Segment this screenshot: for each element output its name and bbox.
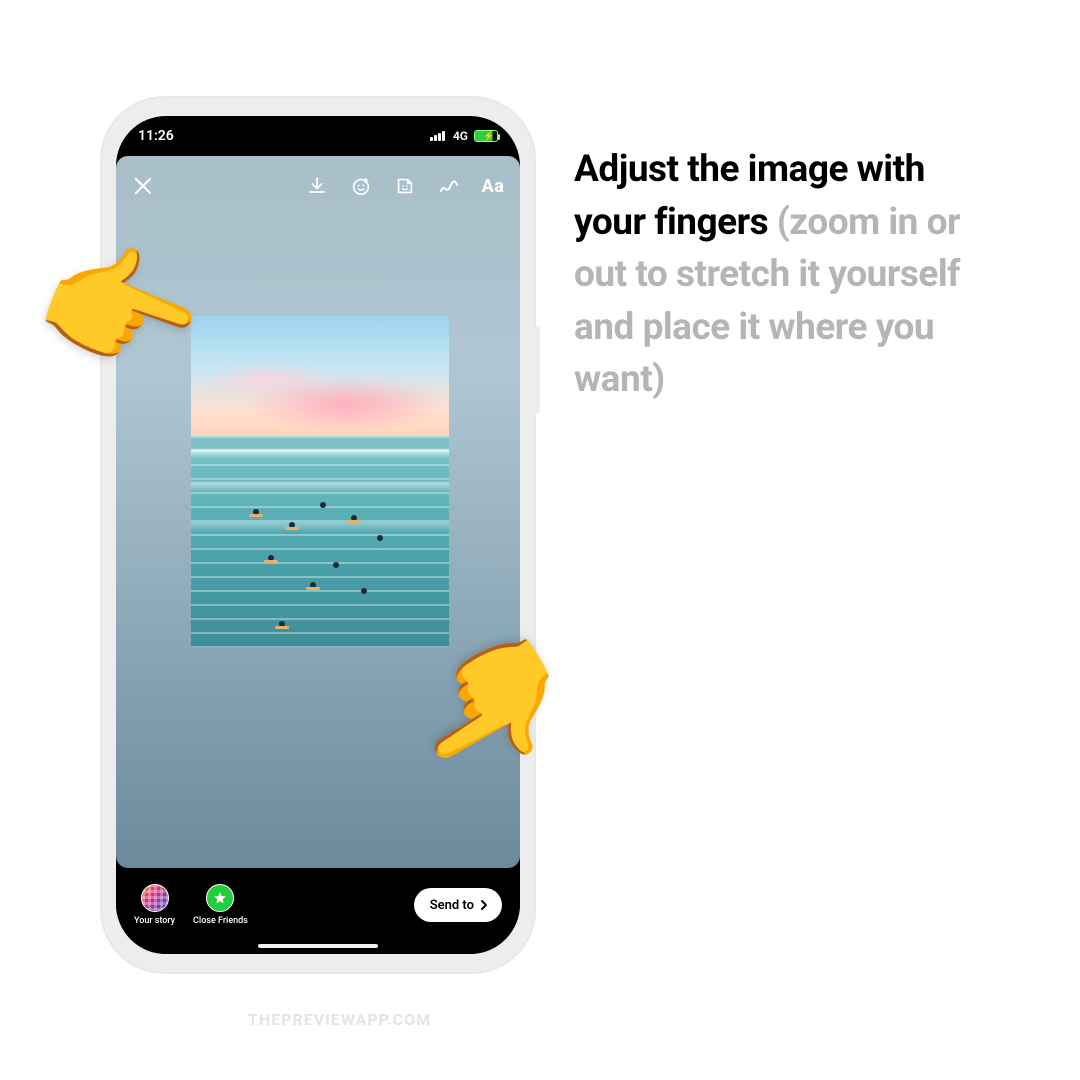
phone-screen: 11:26 4G ⚡ xyxy=(116,116,520,954)
sticker-icon[interactable] xyxy=(394,175,416,197)
download-icon[interactable] xyxy=(306,175,328,197)
chevron-right-icon xyxy=(478,899,490,911)
status-right: 4G ⚡ xyxy=(430,129,498,143)
story-bottom-bar: Your story Close Friends Send to xyxy=(116,868,520,954)
close-friends-label: Close Friends xyxy=(193,916,248,926)
status-time: 11:26 xyxy=(138,128,174,144)
phone-side-button xyxy=(532,326,540,414)
phone-notch xyxy=(225,116,411,146)
signal-icon xyxy=(430,131,445,141)
text-tool[interactable]: Aa xyxy=(482,175,504,197)
close-friends-icon xyxy=(206,884,234,912)
battery-icon: ⚡ xyxy=(474,130,498,142)
your-story-icon xyxy=(141,884,169,912)
watermark: THEPREVIEWAPP.COM xyxy=(248,1010,431,1029)
story-inserted-image[interactable] xyxy=(191,316,449,648)
draw-icon[interactable] xyxy=(438,175,460,197)
send-to-label: Send to xyxy=(430,898,474,913)
your-story-label: Your story xyxy=(134,916,175,926)
your-story-button[interactable]: Your story xyxy=(134,884,175,926)
close-button[interactable] xyxy=(132,175,154,197)
send-to-button[interactable]: Send to xyxy=(414,888,502,922)
home-indicator xyxy=(258,944,378,948)
effects-icon[interactable] xyxy=(350,175,372,197)
story-toolbar: Aa xyxy=(116,166,520,206)
phone-frame: 11:26 4G ⚡ xyxy=(100,96,536,974)
instruction-text: Adjust the image with your fingers (zoom… xyxy=(574,144,994,407)
close-friends-button[interactable]: Close Friends xyxy=(193,884,248,926)
network-label: 4G xyxy=(453,129,468,143)
